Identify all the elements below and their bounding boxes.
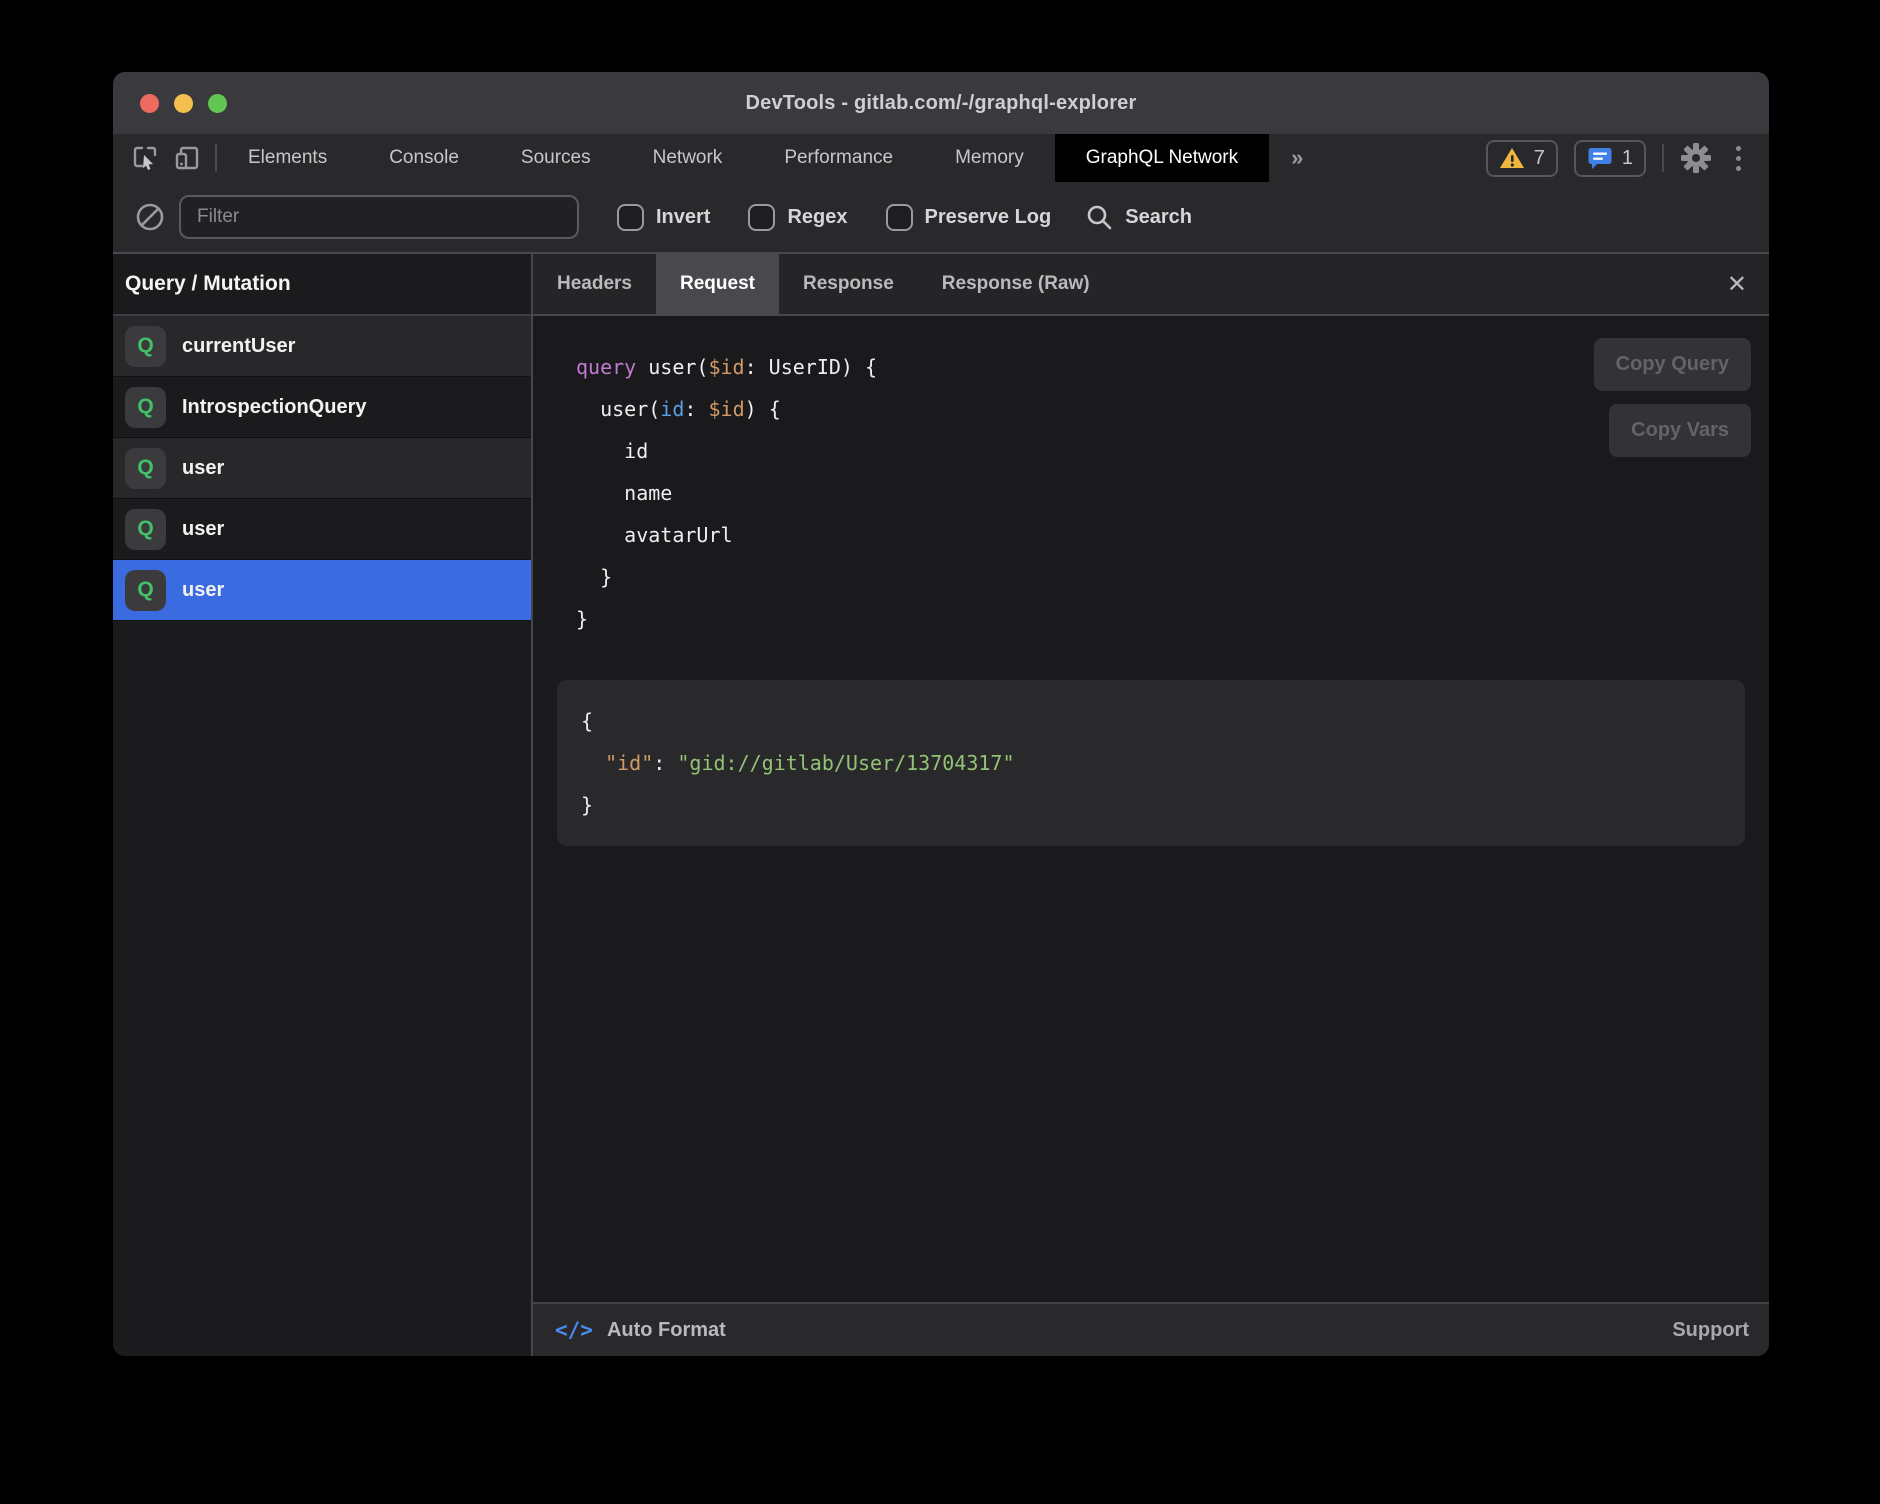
copy-query-button[interactable]: Copy Query (1594, 338, 1751, 391)
code-line: name (576, 472, 1745, 514)
search-label: Search (1125, 206, 1192, 229)
toolbar-separator (1662, 144, 1664, 172)
checkbox-invert[interactable]: Invert (617, 204, 710, 231)
query-type-badge: Q (125, 387, 166, 428)
query-list-item-introspectionquery[interactable]: Q IntrospectionQuery (113, 377, 531, 438)
inspect-element-icon[interactable] (131, 144, 159, 172)
query-name: user (182, 518, 224, 541)
panel-tab-headers[interactable]: Headers (533, 254, 656, 314)
warnings-badge[interactable]: 7 (1486, 140, 1558, 177)
tab-elements[interactable]: Elements (217, 134, 358, 182)
chat-icon (1587, 145, 1613, 171)
copy-vars-button[interactable]: Copy Vars (1609, 404, 1751, 457)
search-toggle[interactable]: Search (1085, 203, 1192, 231)
search-icon (1085, 203, 1113, 231)
code-line: } (581, 784, 1721, 826)
warning-count: 7 (1534, 147, 1545, 170)
kebab-menu-icon[interactable] (1728, 146, 1749, 171)
filter-input[interactable] (179, 195, 579, 239)
clear-filter-icon[interactable] (135, 202, 165, 232)
tab-console[interactable]: Console (358, 134, 490, 182)
main-tab-bar: ElementsConsoleSourcesNetworkPerformance… (113, 134, 1769, 182)
filter-options: Invert Regex Preserve Log (579, 204, 1051, 231)
window-title: DevTools - gitlab.com/-/graphql-explorer (113, 92, 1769, 115)
tab-sources[interactable]: Sources (490, 134, 622, 182)
checkbox-label: Invert (656, 206, 710, 229)
tab-performance[interactable]: Performance (753, 134, 924, 182)
code-line: avatarUrl (576, 514, 1745, 556)
query-name: user (182, 457, 224, 480)
query-type-badge: Q (125, 326, 166, 367)
query-list-item-user[interactable]: Quser (113, 560, 531, 621)
title-bar: DevTools - gitlab.com/-/graphql-explorer (113, 72, 1769, 134)
code-line: query user($id: UserID) { (576, 346, 1745, 388)
query-type-badge: Q (125, 448, 166, 489)
tab-graphql-network[interactable]: GraphQL Network (1055, 134, 1269, 182)
panel-tab-request[interactable]: Request (656, 254, 779, 314)
query-type-badge: Q (125, 509, 166, 550)
code-line: user(id: $id) { (576, 388, 1745, 430)
code-format-icon: </> (555, 1318, 593, 1342)
query-name: currentUser (182, 335, 295, 358)
content-area: Query / Mutation QcurrentUserQIntrospect… (113, 254, 1769, 1356)
messages-badge[interactable]: 1 (1574, 140, 1646, 177)
query-list-item-currentuser[interactable]: QcurrentUser (113, 316, 531, 377)
code-line: { (581, 700, 1721, 742)
tab-memory[interactable]: Memory (924, 134, 1055, 182)
panel-tab-response-raw[interactable]: Response (Raw) (918, 254, 1114, 314)
query-type-badge: Q (125, 570, 166, 611)
query-sidebar: Query / Mutation QcurrentUserQIntrospect… (113, 254, 533, 1356)
checkbox-label: Preserve Log (925, 206, 1052, 229)
main-tabs: ElementsConsoleSourcesNetworkPerformance… (217, 134, 1269, 182)
code-line: id (576, 430, 1745, 472)
auto-format-button[interactable]: Auto Format (607, 1319, 726, 1342)
more-tabs-icon[interactable]: » (1269, 134, 1325, 182)
checkbox-regex[interactable]: Regex (748, 204, 847, 231)
tab-network[interactable]: Network (622, 134, 754, 182)
close-panel-icon[interactable]: ✕ (1705, 254, 1769, 314)
query-list-item-user[interactable]: Quser (113, 438, 531, 499)
detail-panel: HeadersRequestResponseResponse (Raw) ✕ q… (533, 254, 1769, 1356)
query-name: IntrospectionQuery (182, 396, 366, 419)
checkbox-box[interactable] (617, 204, 644, 231)
support-link[interactable]: Support (1672, 1319, 1749, 1342)
query-name: user (182, 579, 224, 602)
devtools-window: DevTools - gitlab.com/-/graphql-explorer… (113, 72, 1769, 1356)
tool-icons (113, 134, 215, 182)
checkbox-box[interactable] (886, 204, 913, 231)
panel-tab-bar: HeadersRequestResponseResponse (Raw) ✕ (533, 254, 1769, 316)
panel-tab-response[interactable]: Response (779, 254, 918, 314)
panel-tabs: HeadersRequestResponseResponse (Raw) (533, 254, 1114, 314)
query-list-item-user[interactable]: Quser (113, 499, 531, 560)
toolbar-right: 7 1 (1486, 134, 1769, 182)
request-view: query user($id: UserID) { user(id: $id) … (533, 316, 1769, 1302)
query-list: QcurrentUserQIntrospectionQueryQuserQuse… (113, 316, 531, 621)
panel-footer: </> Auto Format Support (533, 1302, 1769, 1356)
filter-bar: Invert Regex Preserve Log Search (113, 182, 1769, 254)
code-line: "id": "gid://gitlab/User/13704317" (581, 742, 1721, 784)
device-toolbar-icon[interactable] (173, 144, 201, 172)
message-count: 1 (1622, 147, 1633, 170)
checkbox-box[interactable] (748, 204, 775, 231)
sidebar-header: Query / Mutation (113, 254, 531, 316)
checkbox-preserve-log[interactable]: Preserve Log (886, 204, 1052, 231)
checkbox-label: Regex (787, 206, 847, 229)
settings-gear-icon[interactable] (1680, 142, 1712, 174)
code-line: } (576, 598, 1745, 640)
code-line: } (576, 556, 1745, 598)
variables-box: { "id": "gid://gitlab/User/13704317"} (557, 680, 1745, 846)
warning-icon (1499, 146, 1525, 170)
request-code: query user($id: UserID) { user(id: $id) … (576, 346, 1745, 640)
